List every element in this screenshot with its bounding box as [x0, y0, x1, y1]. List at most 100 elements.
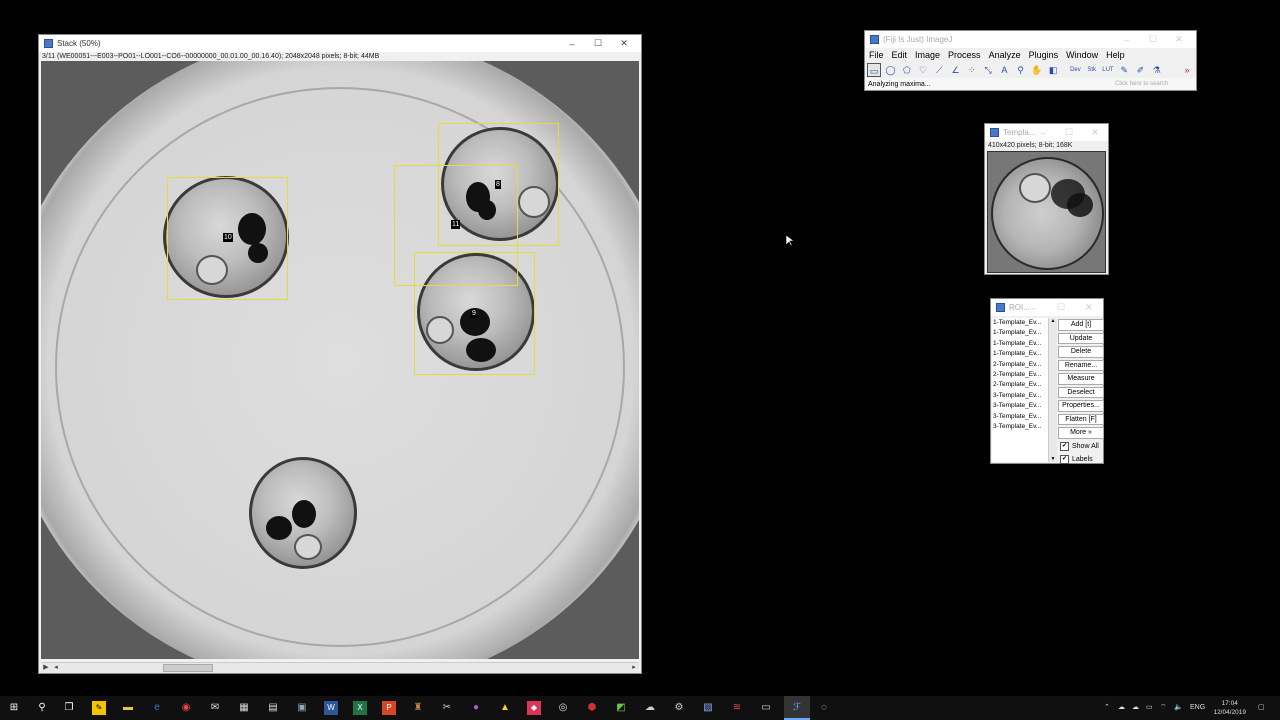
github-icon[interactable]: ◎ [556, 701, 570, 715]
checkbox-check-icon[interactable]: ✔ [1060, 455, 1069, 464]
maximize-icon[interactable]: ☐ [1140, 34, 1166, 45]
measure-button[interactable]: Measure [1058, 373, 1104, 385]
stack-tool-icon[interactable]: Stk [1084, 63, 1099, 77]
settings-icon[interactable]: ⚙ [672, 701, 686, 715]
checkbox-check-icon[interactable]: ✔ [1060, 442, 1069, 451]
app-icon[interactable]: ☁ [643, 701, 657, 715]
minimize-icon[interactable]: – [1030, 128, 1056, 138]
show-all-checkbox[interactable]: ✔ Show All [1058, 441, 1104, 453]
fiji-titlebar[interactable]: (Fiji Is Just) ImageJ – ☐ ✕ [865, 31, 1196, 48]
text-tool-icon[interactable]: A [997, 63, 1012, 77]
search-icon[interactable]: ⚲ [35, 701, 49, 715]
pencil-tool-icon[interactable]: ✎ [1117, 63, 1132, 77]
fiji-main-window[interactable]: (Fiji Is Just) ImageJ – ☐ ✕ File Edit Im… [864, 30, 1197, 91]
rectangle-tool-icon[interactable]: ▭ [867, 63, 882, 77]
flatten-button[interactable]: Flatten [F] [1058, 413, 1104, 425]
app-icon[interactable]: ≋ [730, 701, 744, 715]
app-icon[interactable]: ▧ [701, 701, 715, 715]
volume-icon[interactable]: 🔈 [1174, 696, 1183, 720]
flood-fill-icon[interactable]: ⚗ [1149, 63, 1164, 77]
excel-icon[interactable]: X [353, 701, 367, 715]
edge-icon[interactable]: e [150, 701, 164, 715]
template-image[interactable] [987, 151, 1106, 273]
app-icon[interactable]: ◌ [817, 701, 831, 715]
list-item[interactable]: 2-Template_Ev... [992, 380, 1051, 390]
roi-list[interactable]: 1-Template_Ev... 1-Template_Ev... 1-Temp… [992, 318, 1051, 462]
menu-window[interactable]: Window [1066, 50, 1098, 60]
polygon-tool-icon[interactable]: ⬠ [899, 63, 914, 77]
scroll-right-icon[interactable]: ▸ [629, 663, 639, 673]
template-titlebar[interactable]: Templa... – ☐ ✕ [985, 124, 1108, 141]
minimize-icon[interactable]: – [1019, 303, 1047, 313]
menu-file[interactable]: File [869, 50, 884, 60]
scroll-thumb[interactable] [163, 664, 213, 672]
play-icon[interactable]: ▶ [41, 663, 51, 673]
list-item[interactable]: 2-Template_Ev... [992, 370, 1051, 380]
deselect-button[interactable]: Deselect [1058, 386, 1104, 398]
line-tool-icon[interactable]: ⟋ [932, 63, 947, 77]
menu-analyze[interactable]: Analyze [989, 50, 1021, 60]
calculator-icon[interactable]: ▤ [266, 701, 280, 715]
list-item[interactable]: 2-Template_Ev... [992, 360, 1051, 370]
roi-list-scrollbar[interactable]: ▲ ▼ [1048, 318, 1057, 462]
photos-icon[interactable]: ▣ [295, 701, 309, 715]
list-item[interactable]: 3-Template_Ev... [992, 422, 1051, 432]
lut-tool-icon[interactable]: LUT [1100, 63, 1116, 77]
labels-checkbox[interactable]: ✔ Labels [1058, 454, 1104, 466]
minimize-icon[interactable]: – [1114, 35, 1140, 45]
menu-plugins[interactable]: Plugins [1029, 50, 1059, 60]
list-item[interactable]: 3-Template_Ev... [992, 401, 1051, 411]
properties-button[interactable]: Properties... [1058, 400, 1104, 412]
stack-titlebar[interactable]: Stack (50%) – ☐ ✕ [39, 35, 641, 52]
menu-image[interactable]: Image [915, 50, 940, 60]
search-input[interactable]: Click here to search [1115, 81, 1193, 87]
close-icon[interactable]: ✕ [1075, 302, 1103, 313]
angle-tool-icon[interactable]: ∠ [948, 63, 963, 77]
stack-window[interactable]: Stack (50%) – ☐ ✕ 3/11 (WE00051---E003--… [38, 34, 642, 674]
list-item[interactable]: 3-Template_Ev... [992, 391, 1051, 401]
maximize-icon[interactable]: ☐ [1047, 302, 1075, 313]
zoom-tool-icon[interactable]: ⚲ [1013, 63, 1028, 77]
start-icon[interactable]: ⊞ [7, 701, 21, 715]
more-tools-icon[interactable]: » [1179, 63, 1195, 77]
app-icon[interactable]: ✂ [440, 701, 454, 715]
roi-titlebar[interactable]: ROI... – ☐ ✕ [991, 299, 1103, 316]
list-item[interactable]: 1-Template_Ev... [992, 318, 1051, 328]
wand-tool-icon[interactable]: ⤡ [980, 63, 996, 77]
app-icon[interactable]: ♜ [411, 701, 425, 715]
list-item[interactable]: 1-Template_Ev... [992, 339, 1051, 349]
image-canvas[interactable]: 10 8 11 9 [41, 61, 639, 659]
system-clock[interactable]: 17:04 12/04/2019 [1213, 699, 1246, 717]
template-window[interactable]: Templa... – ☐ ✕ 410x420 pixels; 8-bit; 1… [984, 123, 1109, 275]
app-icon[interactable]: ◩ [614, 701, 628, 715]
color-picker-icon[interactable]: ◧ [1046, 63, 1061, 77]
hand-tool-icon[interactable]: ✋ [1029, 63, 1045, 77]
scroll-left-icon[interactable]: ◂ [51, 663, 61, 673]
app-icon[interactable]: ▲ [498, 701, 512, 715]
maximize-icon[interactable]: ☐ [1056, 127, 1082, 138]
tray-chevron-icon[interactable]: ⌃ [1104, 696, 1110, 720]
language-indicator[interactable]: ENG [1190, 696, 1205, 720]
update-button[interactable]: Update [1058, 332, 1104, 344]
brush-tool-icon[interactable]: ✐ [1133, 63, 1148, 77]
fiji-taskbar-icon[interactable]: ℱ [784, 696, 810, 720]
word-icon[interactable]: W [324, 701, 338, 715]
scroll-down-icon[interactable]: ▼ [1049, 456, 1057, 462]
close-icon[interactable]: ✕ [611, 38, 637, 49]
point-tool-icon[interactable]: ⁘ [964, 63, 979, 77]
horizontal-scrollbar[interactable]: ▶ ◂ ▸ [41, 662, 639, 673]
calendar-icon[interactable]: ▦ [237, 701, 251, 715]
app-icon[interactable]: ⬢ [585, 701, 599, 715]
menu-process[interactable]: Process [948, 50, 981, 60]
list-item[interactable]: 1-Template_Ev... [992, 349, 1051, 359]
app-icon[interactable]: ◆ [527, 701, 541, 715]
network-icon[interactable]: ⌔ [1160, 696, 1167, 720]
onedrive-icon[interactable]: ☁ [1118, 696, 1125, 720]
minimize-icon[interactable]: – [559, 39, 585, 49]
maximize-icon[interactable]: ☐ [585, 38, 611, 49]
notifications-icon[interactable]: ▢ [1258, 696, 1265, 720]
list-item[interactable]: 3-Template_Ev... [992, 412, 1051, 422]
list-item[interactable]: 1-Template_Ev... [992, 328, 1051, 338]
cloud-icon[interactable]: ☁ [1132, 696, 1139, 720]
scroll-up-icon[interactable]: ▲ [1049, 318, 1057, 324]
